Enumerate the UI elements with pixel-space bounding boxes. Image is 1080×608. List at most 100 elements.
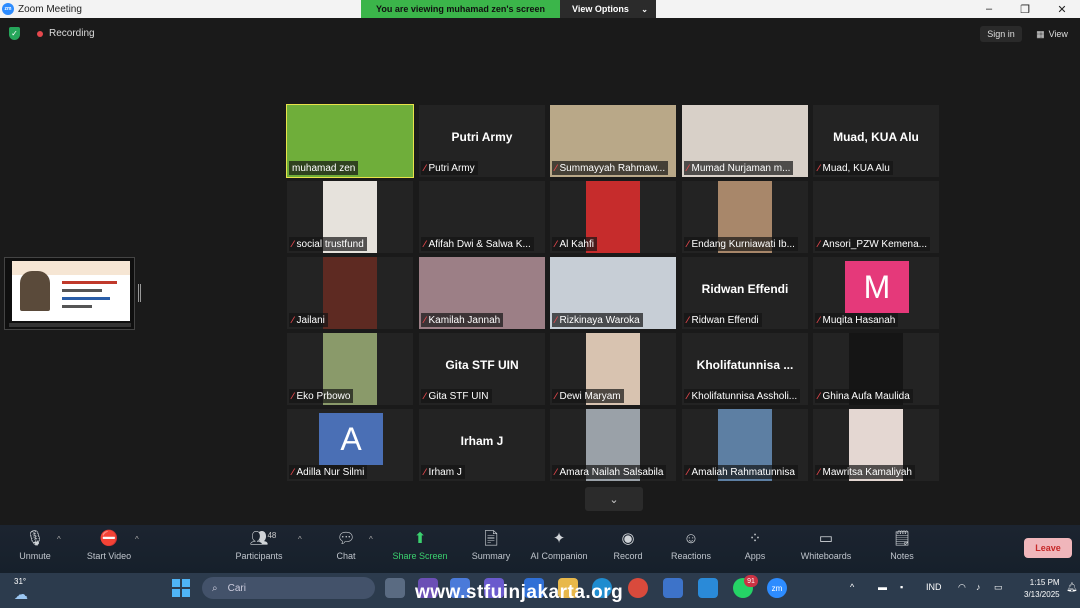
participant-name: Summayyah Rahmaw...: [559, 162, 666, 174]
weather-widget[interactable]: 31° ☁: [14, 577, 28, 603]
language-indicator[interactable]: IND: [926, 582, 942, 592]
participant-tile[interactable]: Ridwan Effendi ⁄ Ridwan Effendi: [682, 257, 808, 329]
summary-button[interactable]: 📄︎ Summary: [466, 525, 516, 573]
speaker-photo: [20, 271, 50, 311]
scroll-down-chevron-icon[interactable]: ⌄: [585, 487, 643, 511]
taskbar-clock[interactable]: 1:15 PM 3/13/2025: [1024, 577, 1060, 601]
participant-tile[interactable]: Kholifatunnisa ... ⁄ Kholifatunnisa Asshol…: [682, 333, 808, 405]
notification-bell-icon[interactable]: 🔔︎: [1066, 582, 1077, 593]
participant-tile[interactable]: ⁄ Mumad Nurjaman m...: [682, 105, 808, 177]
participant-tile[interactable]: ⁄ Jailani: [287, 257, 413, 329]
participant-tile[interactable]: ⁄ Eko Prbowo: [287, 333, 413, 405]
mic-muted-icon: ⁄: [292, 239, 294, 249]
participant-tile[interactable]: ⁄ Ansori_PZW Kemena...: [813, 181, 939, 253]
mic-muted-icon: ⁄: [687, 467, 689, 477]
encryption-shield-icon[interactable]: ✓: [9, 27, 20, 40]
sign-in-button[interactable]: Sign in: [980, 26, 1022, 42]
apps-button[interactable]: ⁘ Apps: [740, 525, 770, 573]
notes-label: Notes: [890, 551, 914, 561]
mic-muted-icon: ⁄: [424, 467, 426, 477]
minimize-button[interactable]: –: [971, 0, 1007, 18]
zoom-taskbar-icon[interactable]: zm: [767, 578, 787, 598]
system-tray-icon[interactable]: ▪: [900, 582, 903, 592]
participant-name-label: ⁄ Kamilah Jannah: [421, 313, 504, 327]
notes-button[interactable]: 🗒︎ Notes: [886, 525, 918, 573]
participant-name-label: ⁄ Adilla Nur Silmi: [289, 465, 368, 479]
participant-tile[interactable]: ⁄ Afifah Dwi & Salwa K...: [419, 181, 545, 253]
participant-tile[interactable]: Gita STF UIN ⁄ Gita STF UIN: [419, 333, 545, 405]
participant-tile[interactable]: ⁄ Kamilah Jannah: [419, 257, 545, 329]
participant-tile[interactable]: Putri Army ⁄ Putri Army: [419, 105, 545, 177]
participant-tile[interactable]: A ⁄ Adilla Nur Silmi: [287, 409, 413, 481]
participant-tile[interactable]: ⁄ Mawritsa Kamaliyah: [813, 409, 939, 481]
recording-label[interactable]: Recording: [49, 28, 95, 39]
participant-name: Endang Kurniawati Ib...: [691, 238, 795, 250]
grid-view-icon: ▦: [1036, 28, 1045, 39]
participants-caret-icon[interactable]: ^: [298, 535, 302, 544]
unmute-button[interactable]: 🎙︎ Unmute: [14, 525, 56, 573]
maximize-button[interactable]: ❐: [1007, 0, 1043, 18]
whiteboards-button[interactable]: ▭ Whiteboards: [796, 525, 856, 573]
system-tray-icon[interactable]: ▬: [878, 582, 887, 592]
participant-tile[interactable]: ⁄ Al Kahfi: [550, 181, 676, 253]
panel-resize-handle[interactable]: [138, 284, 141, 302]
shared-screen-thumbnail[interactable]: [4, 257, 135, 330]
participants-button[interactable]: 👥︎ 48 Participants: [230, 525, 288, 573]
record-button[interactable]: ◉ Record: [608, 525, 648, 573]
participant-name-label: ⁄ Ghina Aufa Maulida: [815, 389, 913, 403]
participant-tile[interactable]: ⁄ Rizkinaya Waroka: [550, 257, 676, 329]
reactions-button[interactable]: ☺ Reactions: [668, 525, 714, 573]
windows-start-icon[interactable]: [172, 579, 190, 597]
participant-avatar: A: [319, 413, 383, 465]
store-icon[interactable]: [663, 578, 683, 598]
participant-tile[interactable]: ⁄ Amaliah Rahmatunnisa: [682, 409, 808, 481]
participant-name: Afifah Dwi & Salwa K...: [428, 238, 531, 250]
participant-tile[interactable]: ⁄ Dewi Maryam: [550, 333, 676, 405]
participant-tile[interactable]: Muad, KUA Alu ⁄ Muad, KUA Alu: [813, 105, 939, 177]
ai-companion-button[interactable]: ✦ AI Companion: [526, 525, 592, 573]
participant-name-label: ⁄ Mumad Nurjaman m...: [684, 161, 794, 175]
battery-icon[interactable]: ▭: [994, 582, 1003, 593]
taskbar-search-box[interactable]: ⌕ Cari: [202, 577, 375, 599]
apps-icon: ⁘: [748, 530, 762, 547]
close-button[interactable]: ✕: [1044, 0, 1080, 18]
mic-muted-icon: ⁄: [292, 315, 294, 325]
wifi-icon[interactable]: ◠: [958, 582, 966, 593]
apps-label: Apps: [744, 551, 766, 561]
participant-tile[interactable]: ⁄ Summayyah Rahmaw...: [550, 105, 676, 177]
participant-tile[interactable]: ⁄ Ghina Aufa Maulida: [813, 333, 939, 405]
participant-tile[interactable]: Irham J ⁄ Irham J: [419, 409, 545, 481]
participant-tile[interactable]: ⁄ Amara Nailah Salsabila: [550, 409, 676, 481]
participants-label: Participants: [235, 551, 283, 561]
audio-options-caret-icon[interactable]: ^: [57, 535, 61, 544]
participant-name-label: muhamad zen: [289, 161, 359, 175]
participant-name: Amaliah Rahmatunnisa: [691, 466, 795, 478]
outlook-icon[interactable]: [698, 578, 718, 598]
summary-label: Summary: [471, 551, 511, 561]
chat-caret-icon[interactable]: ^: [369, 535, 373, 544]
participant-name-label: ⁄ Jailani: [289, 313, 328, 327]
participant-name: Gita STF UIN: [428, 390, 489, 402]
mic-muted-icon: ⁄: [424, 163, 426, 173]
chrome-icon[interactable]: [628, 578, 648, 598]
view-options-button[interactable]: View Options ⌄: [560, 0, 656, 18]
record-icon: ◉: [621, 530, 635, 547]
task-view-icon[interactable]: [385, 578, 405, 598]
share-screen-button[interactable]: ⬆ Share Screen: [390, 525, 450, 573]
summary-icon: 📄︎: [481, 530, 501, 547]
volume-icon[interactable]: ♪: [976, 582, 981, 592]
show-hidden-icons-icon[interactable]: ^: [850, 582, 854, 592]
view-button[interactable]: ▦ View: [1030, 26, 1074, 42]
leave-button[interactable]: Leave: [1024, 538, 1072, 558]
participant-tile[interactable]: M ⁄ Muqita Hasanah: [813, 257, 939, 329]
mic-muted-icon: ⁄: [555, 467, 557, 477]
participant-tile[interactable]: ⁄ Endang Kurniawati Ib...: [682, 181, 808, 253]
participant-tile[interactable]: ⁄ social trustfund: [287, 181, 413, 253]
mic-muted-icon: ⁄: [818, 467, 820, 477]
chevron-down-icon: ⌄: [641, 4, 648, 14]
start-video-button[interactable]: ⛔ Start Video: [82, 525, 136, 573]
participant-name: Kamilah Jannah: [428, 314, 501, 326]
chat-button[interactable]: 💬︎ Chat: [330, 525, 362, 573]
participant-tile[interactable]: muhamad zen: [286, 104, 414, 178]
video-options-caret-icon[interactable]: ^: [135, 535, 139, 544]
